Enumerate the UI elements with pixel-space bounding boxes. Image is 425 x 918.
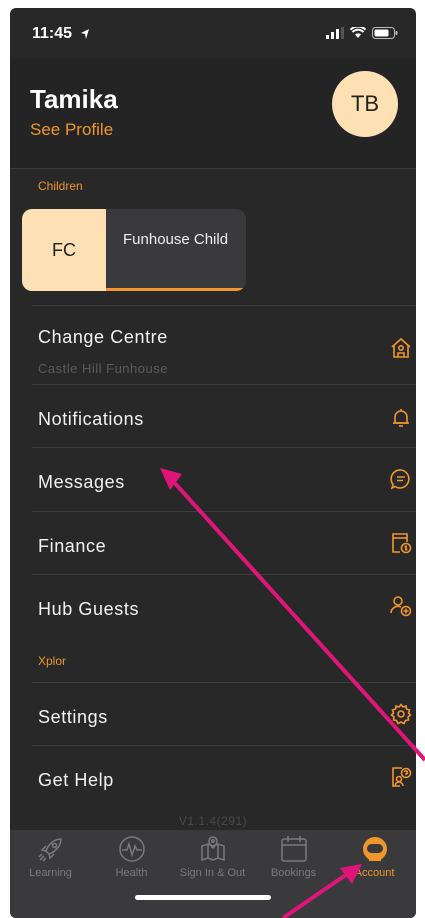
arrowhead-account	[340, 864, 362, 884]
annotation-arrow-messages	[170, 478, 425, 762]
annotation-arrow-account	[281, 870, 352, 918]
annotation-arrows	[160, 468, 425, 918]
